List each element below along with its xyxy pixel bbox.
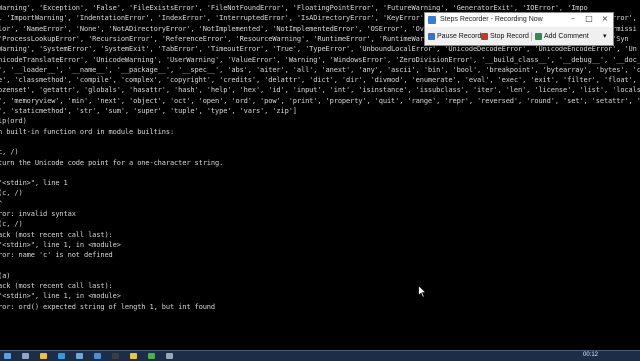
recorder-toolbar: Pause Record Stop Record Add Comment ▾ <box>425 28 613 44</box>
stop-record-label: Stop Record <box>490 32 529 40</box>
comment-icon <box>535 32 542 40</box>
console-line: ror: name 'c' is not defined <box>0 251 113 260</box>
stop-icon <box>481 32 488 40</box>
recorder-icon[interactable] <box>148 353 155 359</box>
recorder-title-bar[interactable]: Steps Recorder - Recording Now – □ × <box>425 13 613 27</box>
pause-icon <box>428 32 435 40</box>
pause-record-label: Pause Record <box>437 32 482 40</box>
pause-record-button[interactable]: Pause Record <box>428 31 481 41</box>
help-dropdown-icon[interactable]: ▾ <box>603 32 607 40</box>
add-comment-label: Add Comment <box>544 32 589 40</box>
close-button[interactable]: × <box>597 13 613 25</box>
console-line: ', 'staticmethod', 'str', 'sum', 'super'… <box>0 107 297 115</box>
toolbar-divider <box>531 32 532 41</box>
settings-icon[interactable] <box>166 353 173 359</box>
steps-recorder-window: Steps Recorder - Recording Now – □ × Pau… <box>424 12 614 46</box>
console-line: n built-in function ord in module builti… <box>0 127 175 136</box>
minimize-button[interactable]: – <box>565 13 581 25</box>
mouse-cursor-icon <box>418 285 427 298</box>
taskbar: 00:12 <box>0 350 640 361</box>
console-line: (c, /) <box>0 189 23 198</box>
console-line: turn the Unicode code point for a one-ch… <box>0 158 224 167</box>
maximize-button[interactable]: □ <box>581 13 597 25</box>
terminal-icon[interactable] <box>112 353 119 359</box>
steps-recorder-icon <box>428 16 436 24</box>
stop-record-button[interactable]: Stop Record <box>481 31 529 41</box>
add-comment-button[interactable]: Add Comment <box>535 31 589 41</box>
store-icon[interactable] <box>76 353 83 359</box>
start-icon[interactable] <box>4 353 11 359</box>
search-icon[interactable] <box>22 353 29 359</box>
mail-icon[interactable] <box>94 353 101 359</box>
python-icon[interactable] <box>130 353 137 359</box>
taskbar-clock[interactable]: 00:12 <box>583 351 598 360</box>
explorer-icon[interactable] <box>40 353 47 359</box>
browser-icon[interactable] <box>58 353 65 359</box>
recorder-title: Steps Recorder - Recording Now <box>440 16 543 23</box>
console-line: ror: ord() expected string of length 1, … <box>0 302 216 311</box>
console-window[interactable]: Warning', 'Exception', 'False', 'FileExi… <box>0 0 640 350</box>
